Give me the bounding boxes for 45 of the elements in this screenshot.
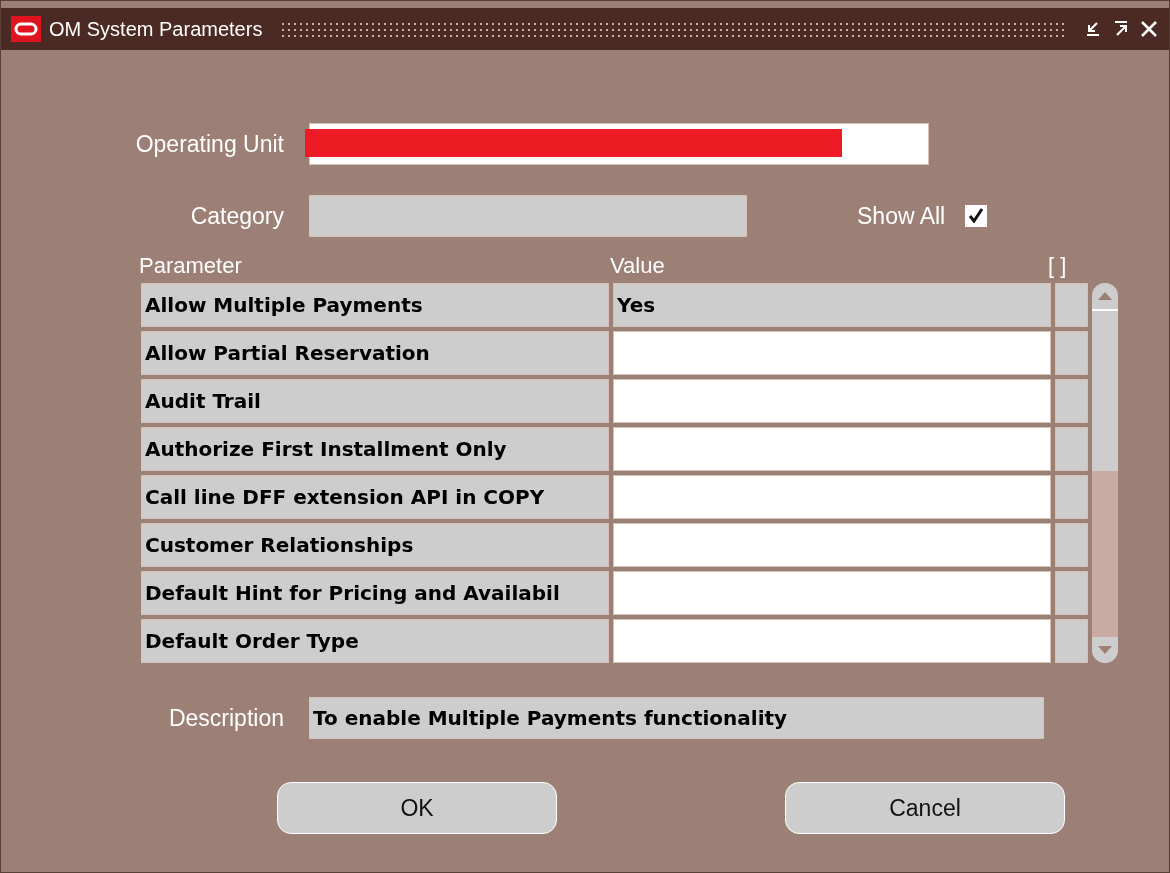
table-cell: Allow Partial Reservation — [141, 331, 609, 375]
table-cell: Authorize First Installment Only — [141, 427, 609, 471]
table-cell: Call line DFF extension API in COPY — [141, 475, 609, 519]
window-title: OM System Parameters — [49, 17, 263, 41]
ok-button[interactable]: OK — [277, 782, 557, 834]
vertical-scrollbar[interactable] — [1092, 283, 1118, 663]
category-field[interactable] — [309, 195, 747, 237]
table-cell — [1055, 283, 1088, 327]
field-label: Description — [167, 704, 285, 732]
value-field[interactable] — [613, 427, 1051, 471]
scroll-up-button[interactable] — [1092, 283, 1118, 309]
table-cell: Default Order Type — [141, 619, 609, 663]
close-icon[interactable] — [1139, 19, 1159, 39]
table-cell: Default Hint for Pricing and Availabil — [141, 571, 609, 615]
table-cell — [1055, 571, 1088, 615]
scroll-thumb[interactable] — [1092, 309, 1118, 471]
cancel-button[interactable]: Cancel — [785, 782, 1065, 834]
field-label: Operating Unit — [134, 130, 285, 158]
value-field[interactable] — [613, 331, 1051, 375]
table-cell — [1055, 427, 1088, 471]
table-cell — [1055, 379, 1088, 423]
scroll-down-button[interactable] — [1092, 637, 1118, 663]
value-field[interactable] — [613, 523, 1051, 567]
value-field[interactable]: Yes — [613, 283, 1051, 327]
value-field[interactable] — [613, 475, 1051, 519]
value-field[interactable] — [613, 571, 1051, 615]
checkbox-label: Show All — [857, 202, 946, 230]
table-cell: Allow Multiple Payments — [141, 283, 609, 327]
value-field[interactable] — [613, 619, 1051, 663]
up-arrow-icon — [1098, 292, 1112, 300]
column-header: [ ] — [1048, 253, 1067, 280]
column-header: Parameter — [139, 253, 243, 280]
column-header: Value — [610, 253, 666, 280]
down-arrow-icon — [1098, 646, 1112, 654]
table-cell: Audit Trail — [141, 379, 609, 423]
table-cell: Customer Relationships — [141, 523, 609, 567]
show-all-checkbox[interactable] — [965, 205, 988, 227]
table-cell — [1055, 331, 1088, 375]
field-label: Category — [189, 202, 285, 230]
table-cell — [1055, 475, 1088, 519]
value-field[interactable] — [613, 379, 1051, 423]
description-field: To enable Multiple Payments functionality — [309, 697, 1044, 739]
table-cell — [1055, 619, 1088, 663]
app-logo-icon — [11, 16, 41, 42]
table-cell — [1055, 523, 1088, 567]
